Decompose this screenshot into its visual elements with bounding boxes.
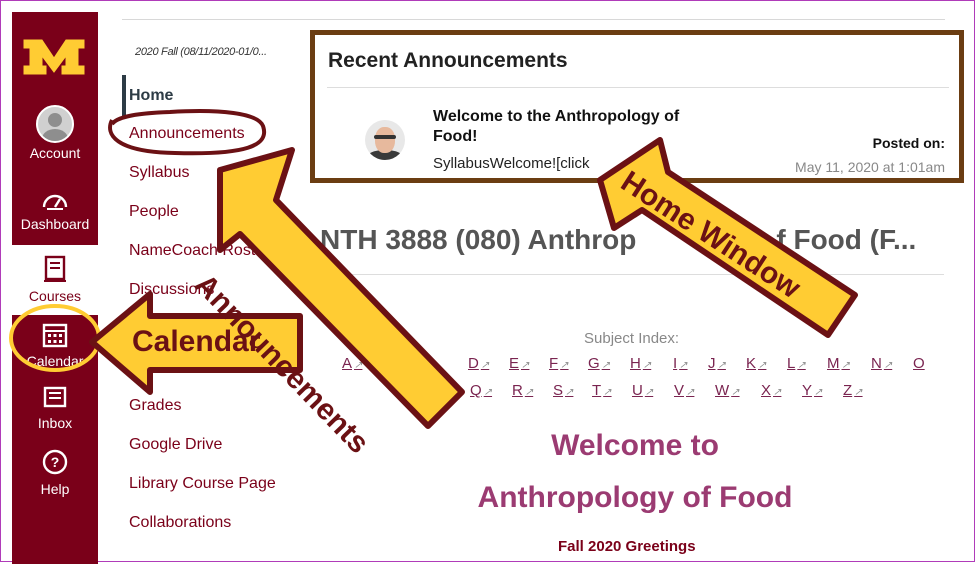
- annotation-overlay: [9, 109, 858, 429]
- calendar-callout: Calendar: [132, 325, 261, 358]
- calendar-highlight-ring: [9, 304, 101, 372]
- announcements-arrow: [217, 147, 465, 429]
- announcements-highlight-ring: [108, 109, 267, 156]
